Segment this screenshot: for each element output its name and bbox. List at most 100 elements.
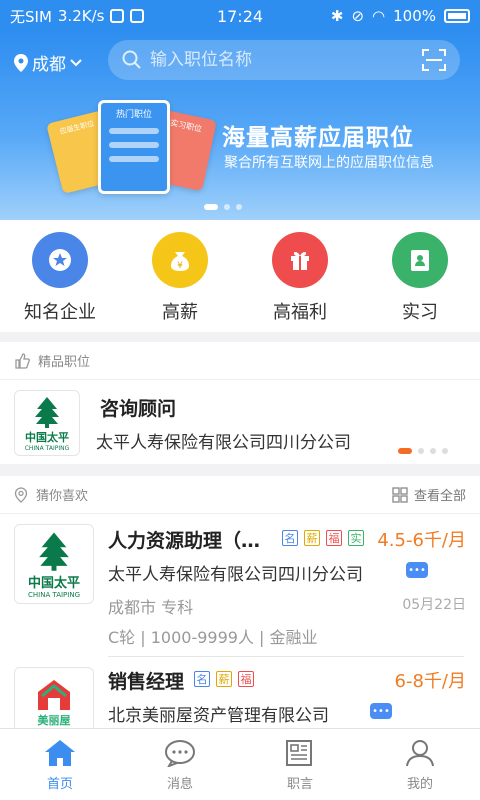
gift-icon <box>272 232 328 288</box>
banner-title: 海量高薪应届职位 <box>222 125 414 151</box>
banner-illustration: 应届生职位 实习职位 热门职位 <box>46 92 218 202</box>
pager-dot <box>430 448 436 454</box>
banner-pager <box>204 204 242 210</box>
pager-dot <box>204 204 218 210</box>
bottom-tab-bar: 首页 消息 职言 我的 <box>0 728 480 800</box>
carrier-text: 无SIM <box>10 7 52 26</box>
tab-label: 我的 <box>406 777 433 792</box>
mute-icon: ⊘ <box>351 7 365 25</box>
card-hot-lines-2 <box>109 142 159 148</box>
featured-job-card[interactable]: 中国太平 CHINA TAIPING 咨询顾问 太平人寿保险有限公司四川分公司 <box>0 380 480 464</box>
pager-dot <box>224 204 230 210</box>
job-title: 销售经理 <box>108 671 185 693</box>
quick-nav-famous[interactable]: 知名企业 <box>0 220 120 332</box>
location-selector[interactable]: 成都 <box>14 50 82 75</box>
company-name: 北京美丽屋资产管理有限公司 <box>108 706 329 726</box>
location-pin-icon <box>14 53 28 72</box>
tag-famous: 名 <box>194 671 210 687</box>
pine-tree-logo-icon <box>35 396 59 428</box>
quick-nav-label: 知名企业 <box>24 302 96 323</box>
job-tags: 名 薪 福 实 <box>282 530 364 546</box>
location-outline-icon <box>14 486 28 503</box>
logo-text-cn: 美丽屋 <box>37 714 71 727</box>
tab-label: 首页 <box>46 777 73 792</box>
tab-label: 消息 <box>166 777 193 792</box>
quick-nav-label: 高福利 <box>273 302 327 323</box>
featured-pager <box>398 448 448 454</box>
logo-text-cn: 中国太平 <box>27 575 80 591</box>
pager-dot <box>236 204 242 210</box>
status-bar: 无SIM 3.2K/s 17:24 ✱ ⊘ ◠ 100% <box>0 0 480 32</box>
tab-profile[interactable]: 我的 <box>360 729 480 800</box>
wifi-icon: ◠ <box>372 7 386 25</box>
section-title: 猜你喜欢 <box>36 489 89 504</box>
quick-nav: 知名企业 ¥ 高薪 高福利 实习 <box>0 220 480 332</box>
view-all-label: 查看全部 <box>413 489 466 504</box>
notification-icon <box>110 9 125 23</box>
card-hot-lines <box>109 128 159 134</box>
tag-salary: 薪 <box>304 530 320 546</box>
user-icon <box>406 740 434 767</box>
search-icon <box>122 50 141 69</box>
logo-text-en: CHINA TAIPING <box>28 590 80 599</box>
home-icon <box>45 740 75 766</box>
pager-dot <box>418 448 424 454</box>
bluetooth-icon: ✱ <box>330 7 344 25</box>
quick-nav-label: 高薪 <box>162 302 198 323</box>
tab-home[interactable]: 首页 <box>0 729 120 800</box>
scan-icon[interactable] <box>422 49 446 71</box>
card-hot-label: 热门职位 <box>115 110 152 120</box>
chat-icon[interactable]: ••• <box>406 562 428 578</box>
chat-icon[interactable]: ••• <box>370 703 392 719</box>
post-date: 05月22日 <box>402 597 466 613</box>
job-salary: 4.5-6千/月 <box>377 530 466 551</box>
card-hot: 热门职位 <box>98 100 170 194</box>
tag-famous: 名 <box>282 530 298 546</box>
grid-icon <box>392 486 408 503</box>
search-bar[interactable] <box>108 40 460 80</box>
tag-benefit: 福 <box>326 530 342 546</box>
tab-posts[interactable]: 职言 <box>240 729 360 800</box>
battery-percent: 100% <box>393 7 436 25</box>
tag-salary: 薪 <box>216 671 232 687</box>
pager-dot <box>442 448 448 454</box>
card-hot-lines-3 <box>109 156 159 162</box>
recommend-section-header: 猜你喜欢 查看全部 <box>0 476 480 514</box>
house-logo-icon <box>38 680 70 710</box>
thumbs-up-icon <box>15 352 30 369</box>
hero-banner[interactable]: 成都 应届生职位 实习职位 热门职位 海量高薪应届职位 聚合所有互联网上的应届职… <box>0 32 480 220</box>
newspaper-icon <box>286 740 312 766</box>
chat-bubble-icon <box>165 740 195 767</box>
job-salary: 6-8千/月 <box>394 671 466 692</box>
company-info: C轮 | 1000-9999人 | 金融业 <box>108 628 318 647</box>
company-logo: 中国太平 CHINA TAIPING <box>14 390 80 456</box>
list-item[interactable]: 中国太平 CHINA TAIPING 人力资源助理（… 名 薪 福 实 4.5-… <box>0 514 480 658</box>
quick-nav-high-salary[interactable]: ¥ 高薪 <box>120 220 240 332</box>
featured-company-name: 太平人寿保险有限公司四川分公司 <box>96 433 351 453</box>
message-icon <box>130 9 145 23</box>
search-input[interactable] <box>150 50 414 70</box>
job-tags: 名 薪 福 <box>194 671 254 687</box>
battery-icon <box>444 9 470 23</box>
tag-intern: 实 <box>348 530 364 546</box>
quick-nav-label: 实习 <box>402 302 438 323</box>
svg-text:¥: ¥ <box>177 261 183 271</box>
tab-label: 职言 <box>286 777 313 792</box>
pine-tree-logo-icon <box>39 531 69 571</box>
section-title: 精品职位 <box>38 355 91 370</box>
id-card-icon <box>392 232 448 288</box>
star-icon <box>32 232 88 288</box>
list-item[interactable]: 美丽屋 销售经理 名 薪 福 6-8千/月 北京美丽屋资产管理有限公司 ••• <box>0 657 480 728</box>
company-logo: 中国太平 CHINA TAIPING <box>14 524 94 604</box>
quick-nav-benefits[interactable]: 高福利 <box>240 220 360 332</box>
job-location: 成都市 专科 <box>108 598 194 617</box>
company-name: 太平人寿保险有限公司四川分公司 <box>108 565 363 585</box>
quick-nav-internship[interactable]: 实习 <box>360 220 480 332</box>
tab-messages[interactable]: 消息 <box>120 729 240 800</box>
view-all-link[interactable]: 查看全部 <box>392 485 466 504</box>
featured-section-header: 精品职位 <box>0 342 480 380</box>
banner-subtitle: 聚合所有互联网上的应届职位信息 <box>224 155 434 171</box>
money-bag-icon: ¥ <box>152 232 208 288</box>
logo-text-en: CHINA TAIPING <box>24 444 70 452</box>
tag-benefit: 福 <box>238 671 254 687</box>
